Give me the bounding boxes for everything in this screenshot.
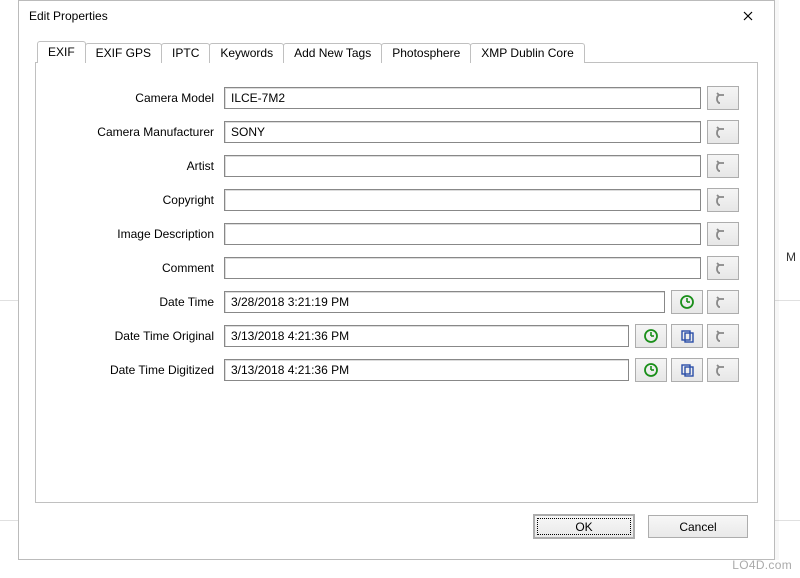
artist-input[interactable] — [224, 155, 701, 177]
close-button[interactable] — [728, 5, 768, 27]
copy-icon — [679, 328, 695, 344]
background-char: M — [786, 250, 796, 264]
undo-icon — [715, 260, 731, 276]
tab-add-new-tags[interactable]: Add New Tags — [283, 43, 382, 63]
label-date-time-original: Date Time Original — [54, 329, 224, 343]
tab-panel-exif: Camera Model Camera Manufacturer — [35, 62, 758, 503]
row-artist: Artist — [54, 149, 739, 183]
copyright-input[interactable] — [224, 189, 701, 211]
camera-model-input[interactable] — [224, 87, 701, 109]
revert-comment-button[interactable] — [707, 256, 739, 280]
label-camera-manufacturer: Camera Manufacturer — [54, 125, 224, 139]
date-time-original-input[interactable] — [224, 325, 629, 347]
tabstrip: EXIF EXIF GPS IPTC Keywords Add New Tags… — [37, 41, 758, 63]
revert-date-time-button[interactable] — [707, 290, 739, 314]
now-date-time-button[interactable] — [671, 290, 703, 314]
label-comment: Comment — [54, 261, 224, 275]
ok-button[interactable]: OK — [534, 515, 634, 538]
close-icon — [743, 11, 753, 21]
comment-input[interactable] — [224, 257, 701, 279]
row-image-description: Image Description — [54, 217, 739, 251]
titlebar: Edit Properties — [19, 1, 774, 31]
watermark-text: LO4D.com — [732, 558, 792, 572]
label-artist: Artist — [54, 159, 224, 173]
dialog-title: Edit Properties — [29, 9, 728, 23]
undo-icon — [715, 362, 731, 378]
now-date-time-digitized-button[interactable] — [635, 358, 667, 382]
label-copyright: Copyright — [54, 193, 224, 207]
tab-photosphere[interactable]: Photosphere — [381, 43, 471, 63]
row-date-time: Date Time — [54, 285, 739, 319]
undo-icon — [715, 226, 731, 242]
label-camera-model: Camera Model — [54, 91, 224, 105]
clock-icon — [679, 294, 695, 310]
edit-properties-dialog: Edit Properties EXIF EXIF GPS IPTC Keywo… — [18, 0, 775, 560]
date-time-digitized-input[interactable] — [224, 359, 629, 381]
dialog-footer: OK Cancel — [35, 503, 758, 551]
tab-exif-gps[interactable]: EXIF GPS — [85, 43, 162, 63]
copy-date-time-original-button[interactable] — [671, 324, 703, 348]
tab-keywords[interactable]: Keywords — [209, 43, 284, 63]
copy-icon — [679, 362, 695, 378]
clock-icon — [643, 362, 659, 378]
camera-manufacturer-input[interactable] — [224, 121, 701, 143]
undo-icon — [715, 328, 731, 344]
image-description-input[interactable] — [224, 223, 701, 245]
revert-copyright-button[interactable] — [707, 188, 739, 212]
row-date-time-original: Date Time Original — [54, 319, 739, 353]
label-image-description: Image Description — [54, 227, 224, 241]
revert-artist-button[interactable] — [707, 154, 739, 178]
revert-date-time-original-button[interactable] — [707, 324, 739, 348]
row-comment: Comment — [54, 251, 739, 285]
revert-camera-model-button[interactable] — [707, 86, 739, 110]
revert-image-description-button[interactable] — [707, 222, 739, 246]
row-camera-model: Camera Model — [54, 81, 739, 115]
revert-camera-manufacturer-button[interactable] — [707, 120, 739, 144]
revert-date-time-digitized-button[interactable] — [707, 358, 739, 382]
now-date-time-original-button[interactable] — [635, 324, 667, 348]
undo-icon — [715, 192, 731, 208]
copy-date-time-digitized-button[interactable] — [671, 358, 703, 382]
undo-icon — [715, 294, 731, 310]
clock-icon — [643, 328, 659, 344]
undo-icon — [715, 124, 731, 140]
row-camera-manufacturer: Camera Manufacturer — [54, 115, 739, 149]
tab-exif[interactable]: EXIF — [37, 41, 86, 63]
undo-icon — [715, 90, 731, 106]
tab-iptc[interactable]: IPTC — [161, 43, 210, 63]
date-time-input[interactable] — [224, 291, 665, 313]
cancel-button[interactable]: Cancel — [648, 515, 748, 538]
row-copyright: Copyright — [54, 183, 739, 217]
undo-icon — [715, 158, 731, 174]
label-date-time-digitized: Date Time Digitized — [54, 363, 224, 377]
tab-xmp-dublin-core[interactable]: XMP Dublin Core — [470, 43, 584, 63]
label-date-time: Date Time — [54, 295, 224, 309]
row-date-time-digitized: Date Time Digitized — [54, 353, 739, 387]
